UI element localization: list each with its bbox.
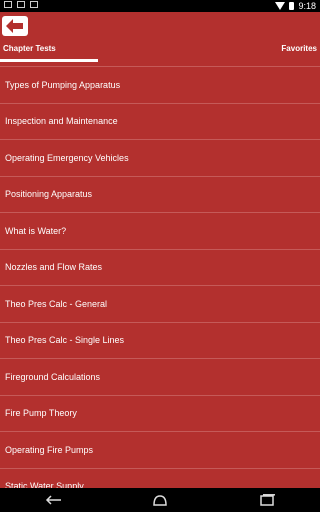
list-item[interactable]: Operating Fire Pumps (0, 431, 320, 468)
chapter-list: Types of Pumping Apparatus Inspection an… (0, 66, 320, 504)
list-item-label: Operating Emergency Vehicles (5, 152, 129, 163)
back-chevron-icon (46, 495, 62, 505)
home-icon (153, 495, 167, 506)
list-item-label: Inspection and Maintenance (5, 116, 118, 127)
wifi-icon (275, 2, 286, 10)
list-item[interactable]: Positioning Apparatus (0, 175, 320, 213)
list-item[interactable]: Theo Pres Calc - Single Lines (0, 321, 320, 359)
tab-bar: Chapter Tests Favorites (0, 42, 320, 64)
list-item-label: Operating Fire Pumps (5, 444, 94, 455)
tab-chapter-tests[interactable]: Chapter Tests (3, 44, 56, 53)
list-item-label: Theo Pres Calc - Single Lines (5, 335, 125, 346)
notification-icons (4, 1, 38, 8)
app-bar: Chapter Tests Favorites (0, 12, 320, 64)
list-item[interactable]: Fire Pump Theory (0, 394, 320, 432)
list-item[interactable]: Theo Pres Calc - General (0, 285, 320, 322)
list-item-label: Fireground Calculations (5, 371, 101, 382)
nav-back-button[interactable] (43, 493, 63, 507)
nav-recents-button[interactable] (257, 493, 277, 507)
list-item-label: Nozzles and Flow Rates (5, 262, 103, 273)
list-item[interactable]: Fireground Calculations (0, 358, 320, 395)
list-item-label: Types of Pumping Apparatus (5, 79, 121, 90)
list-item-label: Theo Pres Calc - General (5, 298, 108, 309)
list-item[interactable]: Nozzles and Flow Rates (0, 248, 320, 286)
system-nav-bar (0, 488, 320, 512)
notification-icon (30, 1, 38, 8)
back-button[interactable] (2, 16, 28, 36)
clock: 9:18 (298, 1, 316, 11)
notification-icon (4, 1, 12, 8)
battery-icon (289, 2, 295, 10)
list-item-label: Fire Pump Theory (5, 408, 77, 419)
back-arrow-icon (6, 19, 23, 33)
list-item[interactable]: Types of Pumping Apparatus (0, 66, 320, 103)
status-right: 9:18 (275, 0, 316, 12)
nav-home-button[interactable] (150, 493, 170, 507)
list-item[interactable]: Operating Emergency Vehicles (0, 139, 320, 176)
tab-favorites[interactable]: Favorites (281, 44, 317, 53)
tab-indicator (0, 59, 98, 62)
recents-icon (259, 494, 275, 506)
list-item[interactable]: What is Water? (0, 212, 320, 249)
list-item[interactable]: Inspection and Maintenance (0, 102, 320, 140)
status-bar: 9:18 (0, 0, 320, 12)
list-item-label: What is Water? (5, 225, 67, 236)
notification-icon (17, 1, 25, 8)
list-item-label: Positioning Apparatus (5, 189, 93, 200)
